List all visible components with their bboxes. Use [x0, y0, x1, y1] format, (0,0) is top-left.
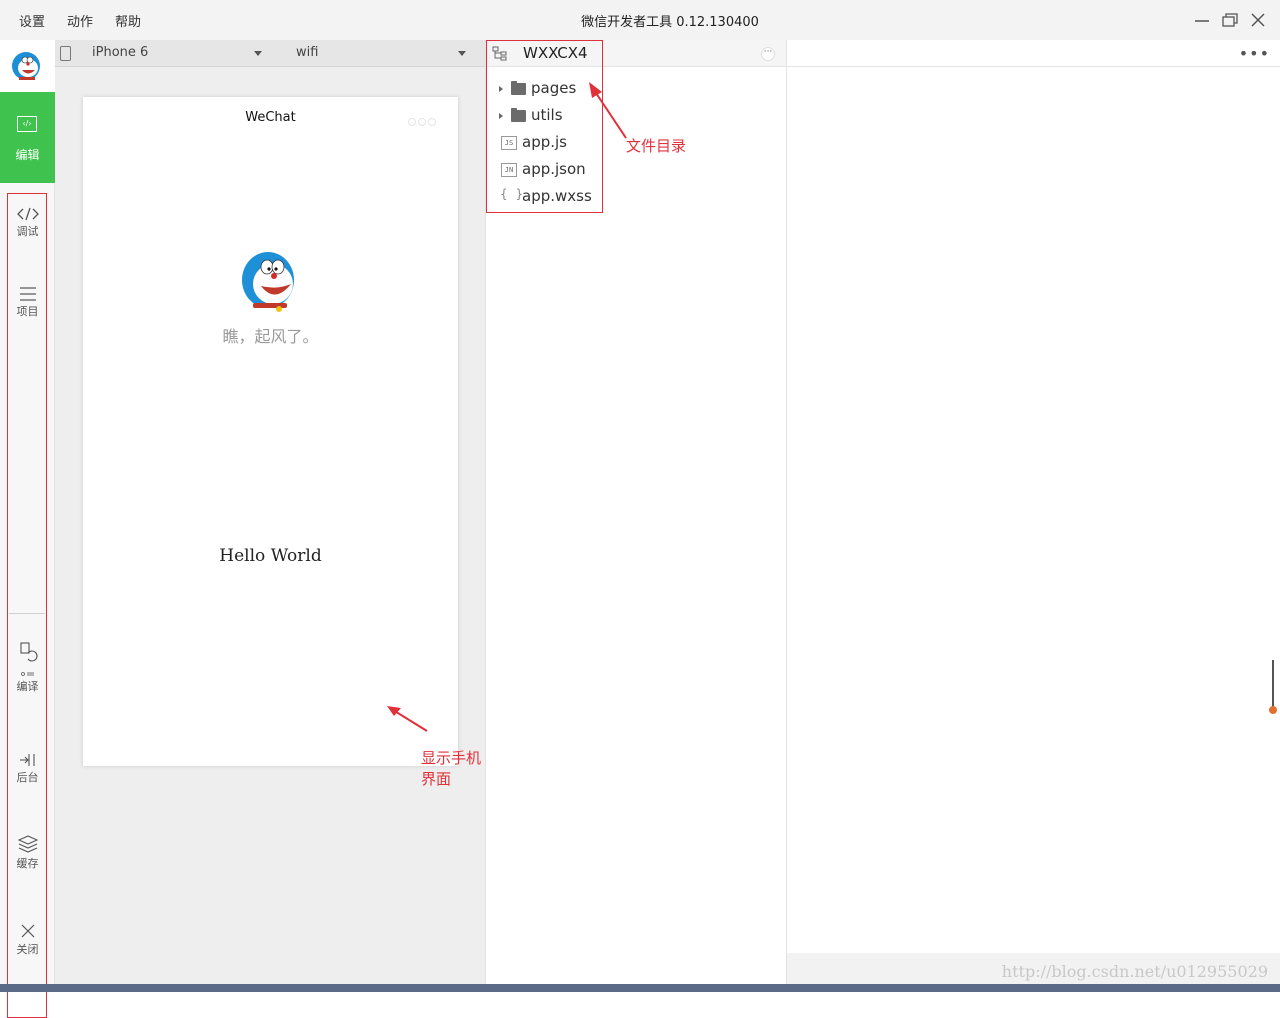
js-file-icon: JS — [501, 136, 517, 150]
nav-compile[interactable]: 编译 — [0, 642, 55, 694]
resize-handle[interactable] — [1269, 660, 1277, 716]
compile-icon — [19, 642, 38, 676]
maximize-button[interactable] — [1220, 10, 1240, 30]
more-options-icon[interactable]: ••• — [1239, 44, 1270, 63]
folder-icon — [511, 108, 526, 122]
tree-item-pages[interactable]: pages — [486, 78, 596, 102]
file-tree-panel: WXXCX4 ··· pages utils JS app.js JN app.… — [485, 40, 787, 984]
avatar[interactable] — [0, 40, 55, 92]
nav-cache[interactable]: 缓存 — [0, 835, 55, 871]
close-icon — [1251, 13, 1265, 27]
phone-nav-title: WeChat — [245, 110, 296, 125]
phone-icon[interactable] — [60, 46, 71, 61]
close-window-button[interactable] — [1248, 10, 1268, 30]
chevron-down-icon — [254, 51, 262, 56]
nav-edit-label: 编辑 — [15, 148, 40, 162]
motto-text: 瞧，起风了。 — [222, 327, 319, 346]
network-select-value: wifi — [296, 45, 319, 60]
user-avatar-image[interactable] — [241, 250, 299, 312]
expand-arrow-icon[interactable] — [499, 86, 503, 92]
tree-item-label: app.js — [522, 133, 567, 151]
layers-icon — [17, 835, 38, 853]
nav-project-label: 项目 — [16, 305, 39, 318]
app-title: 微信开发者工具 0.12.130400 — [581, 15, 759, 30]
minimize-icon — [1195, 20, 1209, 22]
folder-icon — [511, 81, 526, 95]
tree-item-utils[interactable]: utils — [486, 105, 596, 129]
tree-item-label: pages — [531, 79, 577, 97]
nav-compile-label: 编译 — [16, 680, 39, 693]
left-nav: ‹/› 编辑 调试 项目 编译 后台 缓存 关闭 — [0, 40, 55, 1018]
tree-item-app-wxss[interactable]: { } app.wxss — [486, 186, 596, 210]
minimize-button[interactable] — [1192, 10, 1212, 30]
os-taskbar — [0, 984, 1280, 992]
network-select[interactable]: wifi — [296, 40, 468, 66]
close-icon — [21, 924, 34, 938]
nav-debug[interactable]: 调试 — [0, 207, 55, 239]
nav-project[interactable]: 项目 — [0, 287, 55, 319]
backend-icon — [19, 754, 35, 766]
nav-backend[interactable]: 后台 — [0, 753, 55, 785]
doraemon-avatar-icon — [12, 52, 40, 80]
device-toolbar: iPhone 6 wifi — [55, 40, 485, 67]
nav-close[interactable]: 关闭 — [0, 923, 55, 957]
nav-close-label: 关闭 — [16, 943, 39, 956]
nav-edit[interactable]: ‹/› 编辑 — [0, 92, 55, 183]
tree-item-app-json[interactable]: JN app.json — [486, 159, 596, 183]
tree-item-app-js[interactable]: JS app.js — [486, 132, 596, 156]
tree-item-label: app.json — [522, 160, 586, 178]
chevron-down-icon — [458, 51, 466, 56]
simulator-panel: iPhone 6 wifi WeChat 瞧，起风了。 Hello World — [55, 40, 485, 984]
edit-icon: ‹/› — [17, 116, 37, 132]
device-select-value: iPhone 6 — [92, 45, 149, 60]
annotation-arrow-icon — [387, 706, 428, 732]
hello-text: Hello World — [219, 546, 322, 566]
expand-arrow-icon[interactable] — [499, 113, 503, 119]
more-options-icon[interactable]: ··· — [761, 47, 775, 61]
restore-icon — [1222, 13, 1238, 27]
annotation-phone-ui: 显示手机界面 — [421, 749, 482, 788]
menu-icon — [19, 287, 36, 301]
nav-divider — [9, 613, 45, 614]
tree-item-label: utils — [531, 106, 563, 124]
annotation-arrow-icon — [589, 82, 627, 139]
watermark-text: http://blog.csdn.net/u012955029 — [1001, 962, 1268, 981]
nav-cache-label: 缓存 — [16, 857, 39, 870]
json-file-icon: JN — [501, 163, 517, 177]
title-bar: 设置 动作 帮助 微信开发者工具 0.12.130400 — [0, 0, 1280, 40]
editor-toolbar: ••• — [787, 40, 1280, 67]
device-select[interactable]: iPhone 6 — [92, 40, 264, 66]
capsule-menu-icon[interactable] — [406, 111, 436, 130]
code-icon — [16, 207, 39, 221]
nav-backend-label: 后台 — [16, 771, 39, 784]
nav-debug-label: 调试 — [16, 225, 39, 238]
annotation-file-dir: 文件目录 — [626, 137, 687, 155]
tree-item-label: app.wxss — [522, 187, 592, 205]
editor-panel: ••• http://blog.csdn.net/u012955029 — [787, 40, 1280, 984]
phone-screen: WeChat 瞧，起风了。 Hello World — [83, 97, 458, 766]
